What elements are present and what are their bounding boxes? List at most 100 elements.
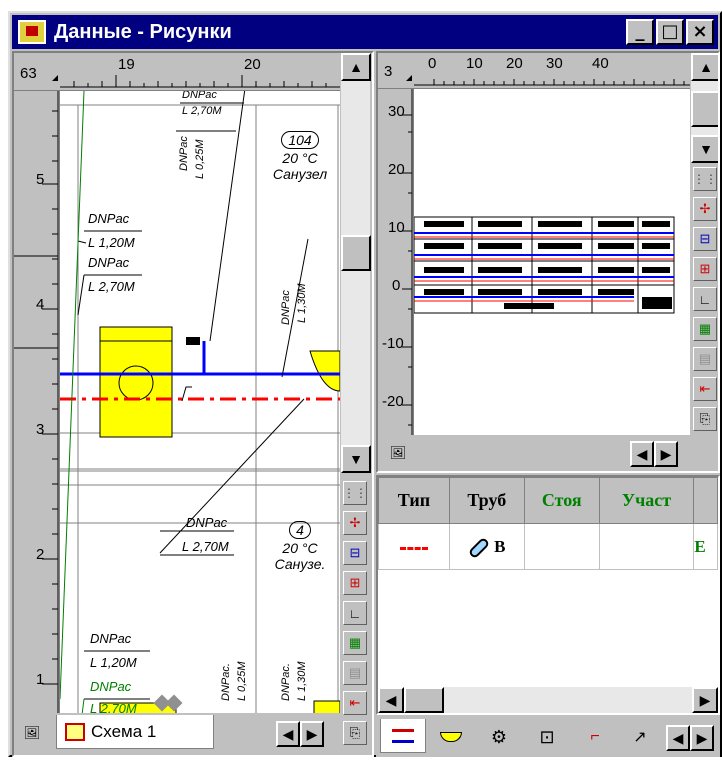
valve-icon: ⊡ bbox=[539, 726, 555, 747]
layer-button[interactable]: ▦ bbox=[693, 317, 717, 341]
angle-button[interactable]: ∟ bbox=[343, 601, 367, 625]
arrow-back-icon: ⇤ bbox=[699, 381, 711, 396]
scroll-left-icon: ◀ bbox=[385, 691, 397, 708]
overview-scroll-down-button[interactable]: ▼ bbox=[691, 135, 718, 163]
export-button[interactable]: ⎘ bbox=[343, 721, 367, 745]
overview-bottom-bar: 🖼 ◀ ▶ bbox=[378, 435, 690, 471]
overview-toolbar: ⋮⋮ ✢ ⊟ ⊞ ∟ ▦ ▤ ⇤ ⎘ bbox=[690, 163, 718, 471]
scroll-down-icon: ▼ bbox=[699, 141, 713, 157]
tab-connections[interactable]: ⌐ bbox=[572, 721, 618, 753]
pipe-label: DNPac bbox=[182, 91, 217, 101]
sheet-tab-bar: 🖼 Схема 1 ◀ ▶ bbox=[14, 713, 340, 755]
left-vertical-scrollbar[interactable]: ▲ ▼ bbox=[340, 53, 371, 473]
scroll-up-button[interactable]: ▲ bbox=[341, 53, 371, 81]
frame-button[interactable]: ⊟ bbox=[693, 227, 717, 251]
pipe-icon bbox=[467, 536, 491, 559]
scroll-thumb[interactable] bbox=[341, 235, 371, 271]
table-scroll-right-button[interactable]: ▶ bbox=[692, 687, 718, 713]
cell-pipe: B bbox=[448, 523, 525, 570]
pipe-label-vertical: L 1,30M bbox=[296, 661, 308, 701]
grid-toggle-button[interactable]: ⋮⋮ bbox=[343, 481, 367, 505]
title-bar[interactable]: Данные - Рисунки _ □ × bbox=[12, 15, 718, 49]
pipe-label-vertical: DNPac. bbox=[280, 663, 292, 701]
tab-labels[interactable]: ↗ bbox=[620, 721, 660, 753]
tab-scroll-left-button[interactable]: ◀ bbox=[276, 721, 300, 747]
tab-pipe-types[interactable] bbox=[380, 719, 426, 753]
room-label[interactable]: 4 20 °C Санузе. bbox=[260, 521, 340, 572]
drawing-pane-left[interactable]: 63 19 20 5 4 3 2 1 DNPac L 2,70M DNPac L… bbox=[12, 51, 374, 757]
arrow-back-button[interactable]: ⇤ bbox=[693, 377, 717, 401]
disabled-tool-button[interactable]: ▤ bbox=[343, 661, 367, 685]
overview-scroll-right-button[interactable]: ▶ bbox=[654, 441, 678, 467]
minimize-button[interactable]: _ bbox=[626, 19, 654, 45]
tab-strip-left-button[interactable]: ◀ bbox=[666, 725, 690, 751]
room-name: Санузел bbox=[272, 166, 328, 182]
scroll-up-icon: ▲ bbox=[699, 59, 713, 75]
table-scroll-left-button[interactable]: ◀ bbox=[378, 687, 404, 713]
overview-vertical-scrollbar[interactable]: ▲ ▼ bbox=[690, 53, 718, 163]
overview-pane[interactable]: 3 0 10 20 30 40 30 20 10 0 -10 -20 ▲ ▼ ⋮… bbox=[376, 51, 720, 473]
scroll-left-icon: ◀ bbox=[636, 445, 648, 462]
ruler-tick-label: 20 bbox=[506, 55, 523, 72]
cell-riser bbox=[523, 523, 600, 570]
scroll-right-icon: ▶ bbox=[660, 445, 672, 462]
snap-button[interactable]: ✢ bbox=[693, 197, 717, 221]
table-row[interactable]: B E bbox=[378, 523, 718, 570]
col-header-section[interactable]: Участ bbox=[598, 477, 695, 524]
table-horizontal-scrollbar[interactable]: ◀ ▶ bbox=[378, 687, 718, 713]
tab-strip-right-button[interactable]: ▶ bbox=[690, 725, 714, 751]
fixture-washbasin bbox=[99, 326, 173, 438]
room-label[interactable]: 104 20 °C Санузел bbox=[260, 131, 340, 182]
overview-scroll-left-button[interactable]: ◀ bbox=[630, 441, 654, 467]
tab-valves[interactable]: ⊡ bbox=[524, 721, 570, 753]
col-header-riser[interactable]: Стоя bbox=[523, 477, 600, 524]
scroll-right-icon: ▶ bbox=[699, 691, 711, 708]
tab-equipment[interactable]: ⚙ bbox=[476, 721, 522, 753]
export-button[interactable]: ⎘ bbox=[693, 407, 717, 431]
tab-fixtures[interactable] bbox=[428, 721, 474, 753]
overview-thumbnail bbox=[414, 216, 675, 314]
angle-icon: ∟ bbox=[348, 605, 362, 621]
frame-button[interactable]: ⊟ bbox=[343, 541, 367, 565]
app-icon[interactable] bbox=[18, 20, 46, 44]
insert-button[interactable]: ⊞ bbox=[693, 257, 717, 281]
snap-button[interactable]: ✢ bbox=[343, 511, 367, 535]
grid-toggle-button[interactable]: ⋮⋮ bbox=[693, 167, 717, 191]
preview-button[interactable]: 🖼 bbox=[20, 721, 44, 745]
disabled-tool-button[interactable]: ▤ bbox=[693, 347, 717, 371]
pipe-label: DNPac bbox=[186, 515, 228, 530]
pipe-label-green: L 2,70M bbox=[90, 701, 137, 713]
drawing-canvas[interactable]: DNPac L 2,70M DNPac L 0,25M DNPac L 1,20… bbox=[60, 91, 340, 713]
pipe-table: Тип Труб Стоя Участ B E bbox=[378, 477, 718, 570]
preview-button[interactable]: 🖼 bbox=[386, 441, 410, 465]
overview-canvas[interactable] bbox=[414, 89, 690, 435]
room-name: Санузе. bbox=[274, 556, 326, 572]
ruler-tick-label: 30 bbox=[388, 103, 405, 120]
close-button[interactable]: × bbox=[686, 19, 714, 45]
tab-scroll-right-button[interactable]: ▶ bbox=[300, 721, 324, 747]
ruler-tick-label: -20 bbox=[382, 393, 404, 410]
snap-icon: ✢ bbox=[699, 201, 711, 216]
tab-schema-1[interactable]: Схема 1 bbox=[56, 715, 214, 749]
overview-vertical-ruler: 30 20 10 0 -10 -20 bbox=[378, 89, 414, 435]
pipe-label-vertical: L 1,30M bbox=[296, 283, 308, 323]
angle-icon: ∟ bbox=[698, 291, 712, 307]
overview-scroll-thumb[interactable] bbox=[691, 91, 718, 127]
scroll-right-icon: ▶ bbox=[696, 729, 708, 746]
arrow-back-button[interactable]: ⇤ bbox=[343, 691, 367, 715]
pipe-table-pane[interactable]: Тип Труб Стоя Участ B E ◀ ▶ bbox=[376, 475, 720, 715]
scroll-down-button[interactable]: ▼ bbox=[341, 445, 371, 473]
layer-button[interactable]: ▦ bbox=[343, 631, 367, 655]
col-header-type[interactable]: Тип bbox=[378, 477, 450, 524]
table-scroll-thumb[interactable] bbox=[404, 687, 444, 713]
overview-scroll-up-button[interactable]: ▲ bbox=[691, 53, 718, 81]
pipe-label-vertical: L 0,25M bbox=[236, 661, 248, 701]
angle-button[interactable]: ∟ bbox=[693, 287, 717, 311]
window-title: Данные - Рисунки bbox=[54, 20, 232, 43]
maximize-button[interactable]: □ bbox=[656, 19, 684, 45]
col-header-pipe[interactable]: Труб bbox=[448, 477, 525, 524]
schema-tab-icon bbox=[65, 722, 85, 741]
snap-icon: ✢ bbox=[349, 515, 361, 530]
insert-button[interactable]: ⊞ bbox=[343, 571, 367, 595]
ruler-tick-label: 4 bbox=[36, 296, 45, 313]
